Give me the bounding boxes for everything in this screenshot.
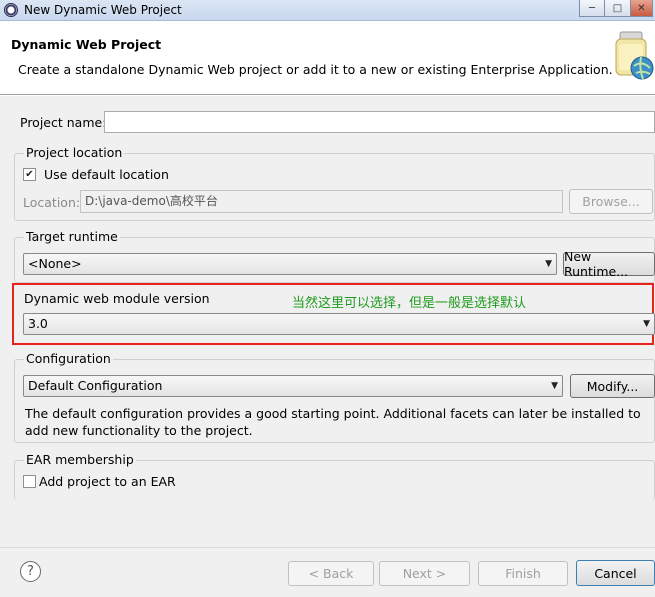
configuration-value: Default Configuration <box>28 378 163 393</box>
window-controls: ─ □ ✕ <box>579 0 653 17</box>
use-default-location-label: Use default location <box>44 167 169 182</box>
help-icon[interactable]: ? <box>20 561 41 582</box>
title-bar: New Dynamic Web Project ─ □ ✕ <box>0 0 655 21</box>
maximize-button[interactable]: □ <box>605 0 631 17</box>
project-name-input[interactable] <box>104 111 655 133</box>
configuration-description: The default configuration provides a goo… <box>25 406 641 438</box>
configuration-label: Configuration <box>24 351 113 366</box>
modify-button[interactable]: Modify... <box>570 374 655 398</box>
location-label: Location: <box>23 195 81 210</box>
banner-title: Dynamic Web Project <box>11 37 162 52</box>
use-default-location-checkbox[interactable]: ✔ <box>23 168 36 181</box>
back-button[interactable]: < Back <box>288 561 374 586</box>
add-to-ear-label: Add project to an EAR <box>39 474 176 489</box>
finish-button[interactable]: Finish <box>478 561 568 586</box>
new-runtime-button[interactable]: New Runtime... <box>563 249 655 279</box>
chevron-down-icon: ▼ <box>551 381 558 391</box>
target-runtime-value: <None> <box>28 256 82 271</box>
module-version-value: 3.0 <box>28 316 48 331</box>
chevron-down-icon: ▼ <box>643 319 650 329</box>
location-input[interactable]: D:\java-demo\高校平台 <box>80 190 563 213</box>
web-project-jar-icon <box>615 31 654 80</box>
module-version-select[interactable]: 3.0 ▼ <box>23 313 655 335</box>
target-runtime-select[interactable]: <None> ▼ <box>23 253 557 275</box>
target-runtime-label: Target runtime <box>24 229 120 244</box>
add-to-ear-checkbox[interactable] <box>23 475 36 488</box>
close-button[interactable]: ✕ <box>631 0 653 17</box>
ear-membership-label: EAR membership <box>24 452 136 467</box>
annotation-text: 当然这里可以选择，但是一般是选择默认 <box>292 296 527 311</box>
browse-button[interactable]: Browse... <box>569 189 653 214</box>
module-version-label: Dynamic web module version <box>24 291 210 306</box>
eclipse-icon <box>4 3 18 17</box>
chevron-down-icon: ▼ <box>545 259 552 269</box>
minimize-button[interactable]: ─ <box>579 0 605 17</box>
next-button[interactable]: Next > <box>379 561 470 586</box>
window-title: New Dynamic Web Project <box>24 3 182 17</box>
project-location-label: Project location <box>24 145 125 160</box>
cancel-button[interactable]: Cancel <box>576 560 655 586</box>
project-name-label: Project name: <box>20 115 107 130</box>
banner-description: Create a standalone Dynamic Web project … <box>18 62 613 77</box>
configuration-select[interactable]: Default Configuration ▼ <box>23 375 563 397</box>
wizard-banner: Dynamic Web Project Create a standalone … <box>0 22 655 95</box>
